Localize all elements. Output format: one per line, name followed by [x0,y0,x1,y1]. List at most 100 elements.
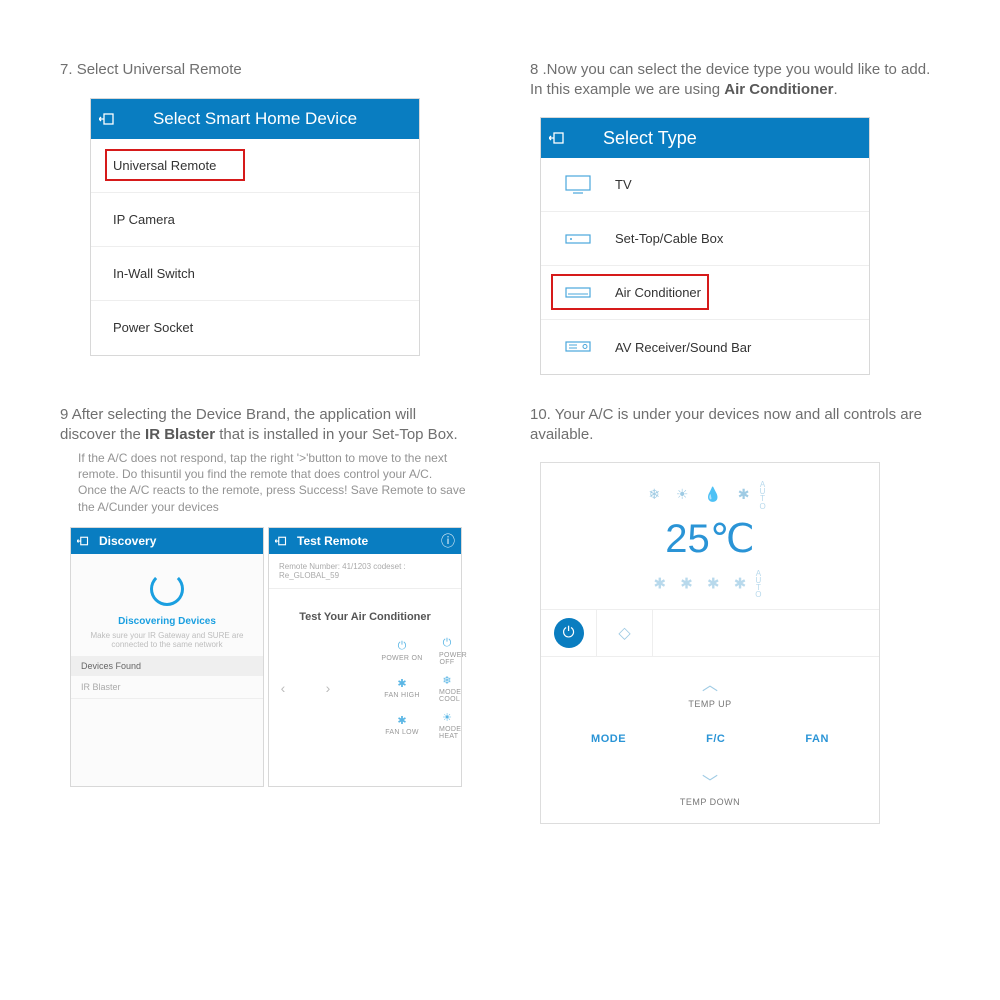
step-10: 10. Your A/C is under your devices now a… [530,405,940,824]
btn-label: MODE HEAT [439,726,455,740]
mode-cool-button[interactable]: ❄MODE COOL [439,674,455,703]
highlight-box [105,149,245,181]
step8-num: 8 [530,61,538,78]
power-icon: ⏻ [439,637,455,650]
step8-text-b: Air Conditioner [724,81,833,98]
list-item-ac[interactable]: Air Conditioner [541,266,869,320]
ac-tab-bar: ⏻ ◇ [541,609,879,657]
step8-text-c: . [833,81,837,98]
temp-down-area[interactable]: ﹀ TEMP DOWN [541,759,879,823]
step10-num: 10. [530,406,551,423]
discovery-hint: Make sure your IR Gateway and SURE are c… [81,631,253,650]
discovery-status: Discovering Devices [81,616,253,627]
device-list: Universal Remote IP Camera In-Wall Switc… [91,139,419,355]
temp-up-label: TEMP UP [541,699,879,709]
header-title: Discovery [95,534,263,548]
next-remote-icon[interactable]: › [291,680,365,696]
btn-label: POWER OFF [439,652,455,666]
test-button-grid: ‹ ⏻POWER ON ⏻POWER OFF › ✱FAN HIGH ❄MODE… [269,637,461,750]
step7-caption: 7. Select Universal Remote [60,60,470,80]
temp-up-area[interactable]: ︿ TEMP UP [541,657,879,719]
phone-ac-control: ❄ ☀ 💧 ✱AUTO 25℃ ✱ ✱ ✱ ✱AUTO ⏻ ◇ ︿ TEMP U… [540,462,880,824]
snow-icon: ❄ [439,674,455,687]
item-label: Set-Top/Cable Box [615,231,723,246]
chevron-up-icon: ︿ [541,671,879,695]
item-label: In-Wall Switch [113,266,195,281]
list-item-av[interactable]: AV Receiver/Sound Bar [541,320,869,374]
phone-select-device: Select Smart Home Device Universal Remot… [90,98,420,356]
fc-button[interactable]: F/C [706,733,725,745]
list-item-tv[interactable]: TV [541,158,869,212]
list-item-in-wall-switch[interactable]: In-Wall Switch [91,247,419,301]
header-title: Select Smart Home Device [123,109,419,129]
av-icon [563,336,593,358]
temp-down-label: TEMP DOWN [541,797,879,807]
list-item-ip-camera[interactable]: IP Camera [91,193,419,247]
phone-discovery: Discovery Discovering Devices Make sure … [70,527,264,787]
step7-text: Select Universal Remote [77,61,242,78]
step9-text-c: that is installed in your Set-Top Box. [215,426,458,443]
step10-text: Your A/C is under your devices now and a… [530,406,922,443]
list-item-power-socket[interactable]: Power Socket [91,301,419,355]
mode-heat-button[interactable]: ☀ MODE HEAT [439,711,455,740]
highlight-box [551,274,709,310]
prev-remote-icon[interactable]: ‹ [275,680,291,696]
header-bar: Discovery [71,528,263,554]
power-button[interactable]: ⏻ [541,610,597,656]
auto-label: AUTO [755,570,766,599]
chevron-down-icon: ﹀ [541,769,879,793]
type-list: TV Set-Top/Cable Box Air Conditioner AV … [541,158,869,374]
step10-caption: 10. Your A/C is under your devices now a… [530,405,940,444]
list-item-universal-remote[interactable]: Universal Remote [91,139,419,193]
fan-icons-row: ✱ ✱ ✱ ✱AUTO [541,570,879,599]
spinner-icon [150,572,184,606]
item-label: IP Camera [113,212,175,227]
back-icon[interactable] [541,130,573,146]
fan-button[interactable]: FAN [805,733,829,745]
test-heading: Test Your Air Conditioner [269,589,461,637]
fan-low-button[interactable]: ✱ FAN LOW [365,714,439,736]
mode-button[interactable]: MODE [591,733,626,745]
devices-found-header: Devices Found [71,656,263,676]
phone-test-remote: Test Remote ⓘ Remote Number: 41/1203 cod… [268,527,462,787]
auto-label: AUTO [759,481,771,510]
header-title: Select Type [573,128,869,149]
item-label: TV [615,177,632,192]
back-icon[interactable] [71,535,95,547]
header-title: Test Remote [293,534,435,548]
fan-icon: ✱ [365,714,439,727]
swing-icon: ◇ [618,623,630,643]
temperature-value: 25℃ [541,516,879,562]
info-icon[interactable]: ⓘ [435,531,461,551]
step-7: 7. Select Universal Remote Select Smart … [60,60,470,375]
back-icon[interactable] [91,111,123,127]
settop-icon [563,228,593,250]
power-on-button[interactable]: ⏻ POWER ON [365,640,439,662]
power-icon: ⏻ [365,640,439,653]
swing-button[interactable]: ◇ [597,610,653,656]
power-icon: ⏻ [554,618,584,648]
step9-sub: If the A/C does not respond, tap the rig… [78,450,470,515]
btn-label: FAN LOW [365,729,439,736]
step8-caption: 8 .Now you can select the device type yo… [530,60,940,99]
phone-select-type: Select Type TV Set-Top/Cable Box Air Con… [540,117,870,375]
power-off-button[interactable]: ⏻ POWER OFF [439,637,455,666]
fan-icon: ✱ [365,677,439,690]
mode-icons-row: ❄ ☀ 💧 ✱AUTO [541,481,879,510]
step7-num: 7. [60,61,73,78]
device-found-item[interactable]: IR Blaster [71,676,263,699]
list-item-settop[interactable]: Set-Top/Cable Box [541,212,869,266]
fan-high-button[interactable]: ✱FAN HIGH [365,677,439,699]
ac-display: ❄ ☀ 💧 ✱AUTO 25℃ ✱ ✱ ✱ ✱AUTO [541,463,879,609]
step9-caption: 9 After selecting the Device Brand, the … [60,405,470,444]
header-bar: Select Type [541,118,869,158]
sun-icon: ☀ [439,711,455,724]
header-bar: Test Remote ⓘ [269,528,461,554]
header-bar: Select Smart Home Device [91,99,419,139]
step-8: 8 .Now you can select the device type yo… [530,60,940,375]
back-icon[interactable] [269,535,293,547]
btn-label: POWER ON [365,655,439,662]
discovery-body: Discovering Devices Make sure your IR Ga… [71,554,263,656]
remote-meta: Remote Number: 41/1203 codeset : Re_GLOB… [269,554,461,589]
ac-button-row: MODE F/C FAN [541,719,879,759]
